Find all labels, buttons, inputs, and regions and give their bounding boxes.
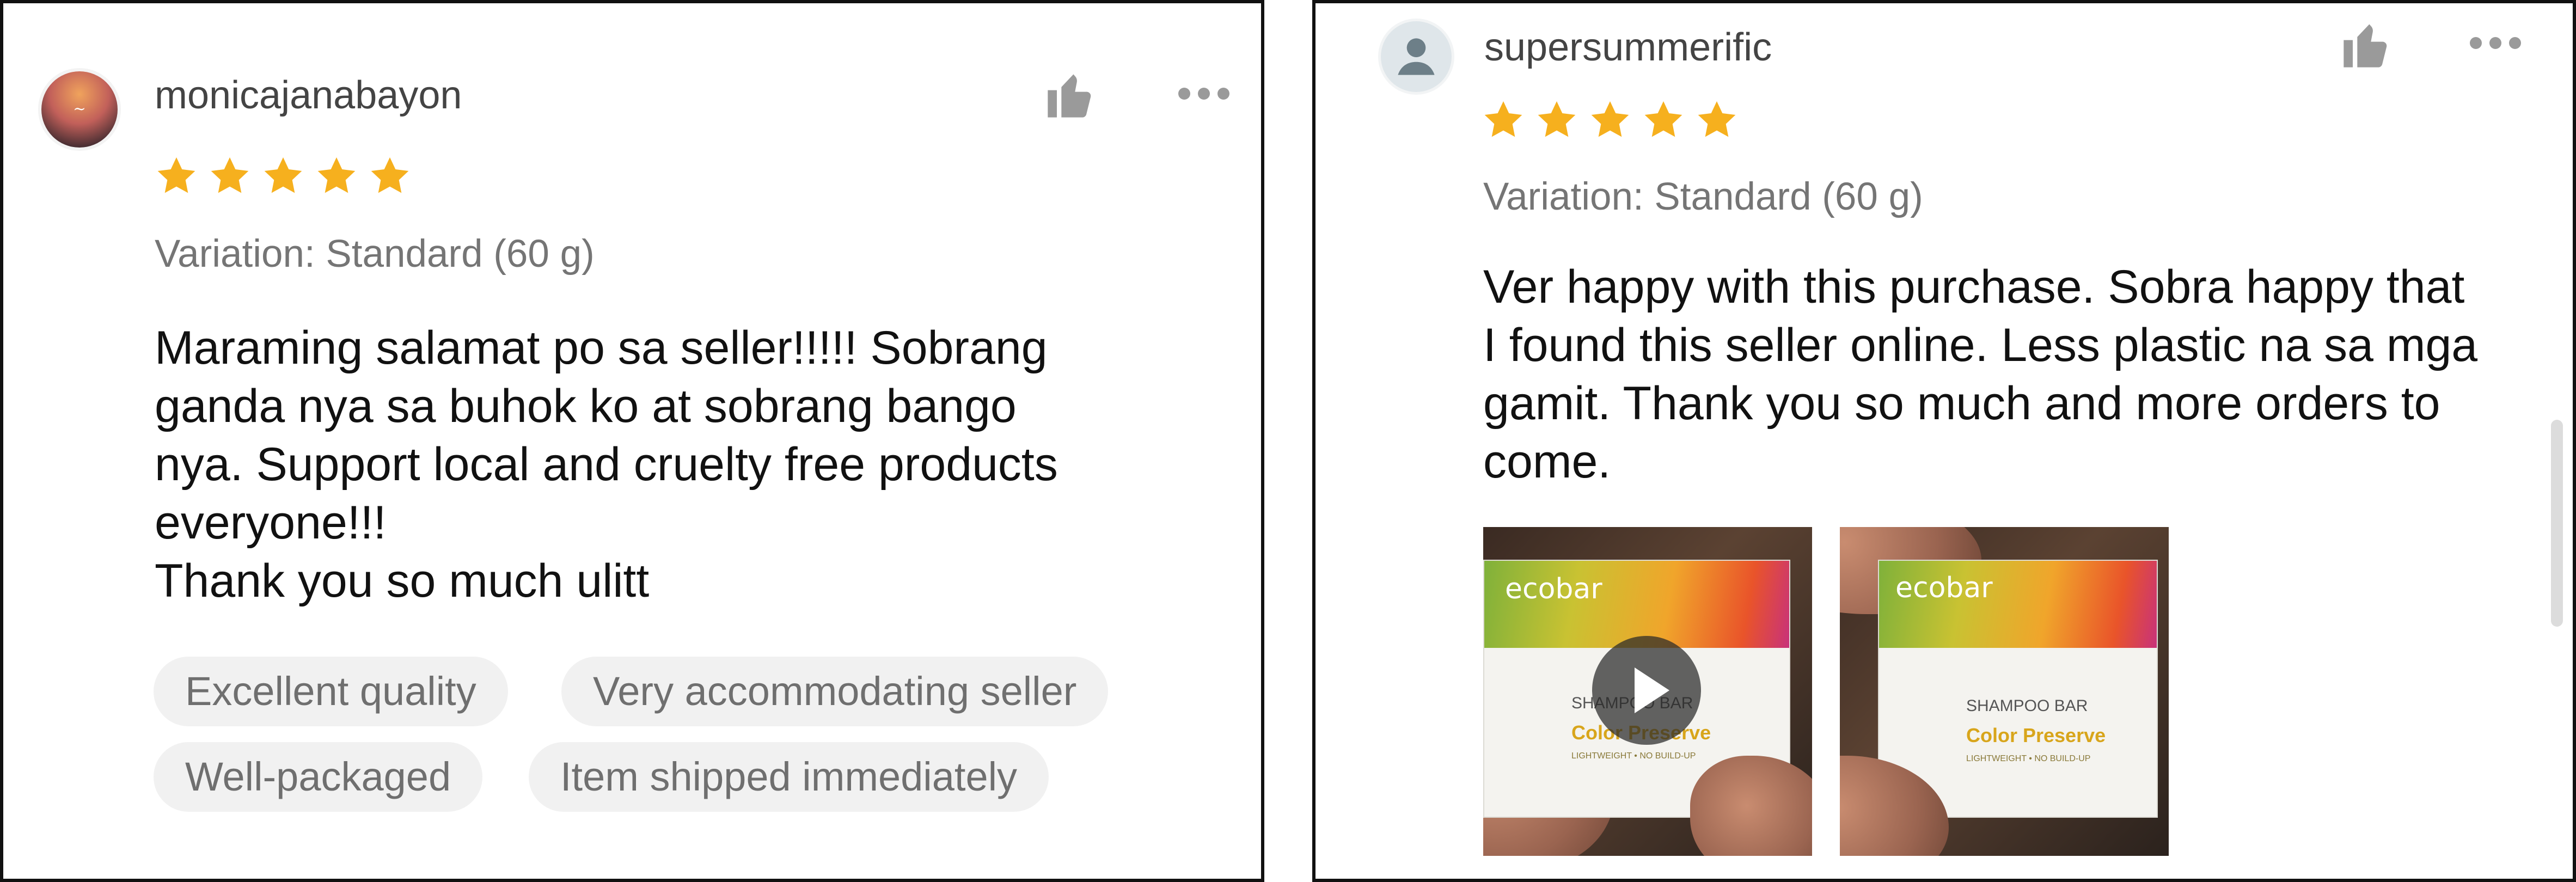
comment-line: gamit. Thank you so much and more orders… bbox=[1483, 377, 2440, 430]
thumbs-up-icon[interactable] bbox=[2339, 17, 2394, 72]
review-card-right: supersummerific Variation: Standard (60 … bbox=[1312, 0, 2576, 882]
scrollbar[interactable] bbox=[2551, 420, 2563, 627]
tag-chip: Very accommodating seller bbox=[561, 657, 1109, 726]
product-line-3: LIGHTWEIGHT • NO BUILD-UP bbox=[1571, 751, 1696, 761]
product-line-2: Color Preserve bbox=[1966, 724, 2106, 746]
play-icon[interactable] bbox=[1592, 636, 1701, 745]
comment-line: come. bbox=[1483, 436, 1611, 488]
review-comment: Maraming salamat po sa seller!!!!! Sobra… bbox=[155, 319, 1058, 610]
tag-label: Excellent quality bbox=[185, 669, 476, 714]
more-options-icon[interactable] bbox=[1178, 88, 1229, 100]
review-comment: Ver happy with this purchase. Sobra happ… bbox=[1483, 258, 2477, 491]
hand-shape bbox=[1690, 756, 1812, 856]
star-icon bbox=[1591, 101, 1629, 137]
comment-line: Maraming salamat po sa seller!!!!! Sobra… bbox=[155, 322, 1048, 374]
review-photo-thumbnail[interactable]: ecobar SHAMPOO BAR Color Preserve LIGHTW… bbox=[1840, 527, 2169, 856]
brand-text: ecobar bbox=[1895, 572, 1993, 604]
user-avatar[interactable]: ~ bbox=[41, 71, 118, 148]
rating-stars bbox=[155, 155, 412, 198]
star-icon bbox=[264, 157, 302, 193]
person-icon bbox=[1398, 38, 1435, 75]
tag-label: Item shipped immediately bbox=[560, 754, 1018, 799]
star-icon bbox=[371, 157, 409, 193]
comment-line: I found this seller online. Less plastic… bbox=[1483, 319, 2478, 371]
review-video-thumbnail[interactable]: ecobar SHAMPOO BAR Color Preserve LIGHTW… bbox=[1483, 527, 1812, 856]
thumbs-up-icon[interactable] bbox=[1043, 68, 1098, 122]
product-line-3: LIGHTWEIGHT • NO BUILD-UP bbox=[1966, 754, 2091, 763]
star-icon bbox=[211, 157, 249, 193]
star-icon bbox=[1538, 101, 1576, 137]
rating-stars bbox=[1482, 99, 1739, 142]
default-person-avatar[interactable] bbox=[1381, 21, 1452, 92]
star-icon bbox=[1484, 101, 1522, 137]
comment-line: Ver happy with this purchase. Sobra happ… bbox=[1483, 261, 2465, 313]
product-line-1: SHAMPOO BAR bbox=[1966, 697, 2088, 715]
avatar-logo-mark: ~ bbox=[73, 100, 86, 118]
comment-line: everyone!!! bbox=[155, 497, 387, 549]
tag-chip: Well-packaged bbox=[154, 742, 483, 812]
username[interactable]: supersummerific bbox=[1484, 25, 1772, 70]
comment-line: ganda nya sa buhok ko at sobrang bango bbox=[155, 380, 1017, 432]
star-icon bbox=[1698, 101, 1736, 137]
tag-chip: Item shipped immediately bbox=[529, 742, 1049, 812]
comment-line: Thank you so much ulitt bbox=[155, 555, 650, 607]
star-icon bbox=[317, 157, 356, 193]
variation-label: Variation: Standard (60 g) bbox=[1483, 175, 1923, 218]
tag-chip: Excellent quality bbox=[154, 657, 508, 726]
comment-line: nya. Support local and cruelty free prod… bbox=[155, 438, 1058, 491]
star-icon bbox=[1644, 101, 1682, 137]
brand-text: ecobar bbox=[1505, 573, 1602, 605]
tag-label: Well-packaged bbox=[185, 754, 451, 799]
more-options-icon[interactable] bbox=[2470, 37, 2521, 49]
variation-label: Variation: Standard (60 g) bbox=[155, 232, 595, 275]
tag-label: Very accommodating seller bbox=[593, 669, 1077, 714]
star-icon bbox=[157, 157, 195, 193]
username[interactable]: monicajanabayon bbox=[155, 73, 462, 118]
review-card-left: ~ monicajanabayon Variation: Standard (6… bbox=[0, 0, 1264, 882]
